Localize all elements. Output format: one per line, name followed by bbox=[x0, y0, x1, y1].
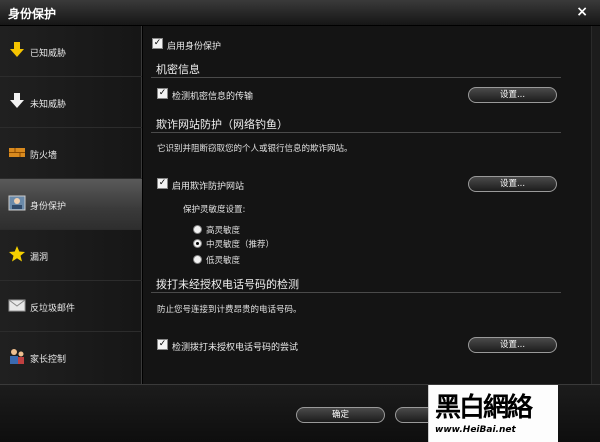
detect-dialer-checkbox[interactable]: ✓ bbox=[157, 339, 168, 350]
sensitivity-low-radio[interactable] bbox=[193, 255, 202, 264]
watermark-url: www.HeiBai.net bbox=[435, 425, 516, 435]
dialer-title: 拨打未经授权电话号码的检测 bbox=[156, 278, 299, 291]
sensitivity-low-label: 低灵敏度 bbox=[206, 256, 241, 266]
arrow-down-white-icon bbox=[10, 93, 24, 108]
settings-panel: ✓ 启用身份保护 机密信息 ✓ 检测机密信息的传输 设置... 欺诈网站防护（网… bbox=[143, 26, 591, 384]
ok-button[interactable]: 确定 bbox=[296, 407, 385, 423]
divider bbox=[151, 132, 561, 133]
sidebar-item-vulnerability[interactable]: 漏洞 bbox=[0, 230, 142, 281]
window-title: 身份保护 bbox=[8, 7, 57, 21]
mail-icon bbox=[8, 299, 26, 312]
divider bbox=[151, 292, 561, 293]
parents-icon bbox=[10, 349, 24, 364]
sensitive-info-title: 机密信息 bbox=[156, 63, 200, 76]
scrollbar[interactable] bbox=[591, 26, 600, 384]
sensitive-settings-button[interactable]: 设置... bbox=[468, 87, 557, 103]
identity-card-icon bbox=[8, 195, 26, 211]
sidebar-item-label: 反垃圾邮件 bbox=[30, 304, 76, 314]
phishing-settings-button[interactable]: 设置... bbox=[468, 176, 557, 192]
sidebar-item-label: 漏洞 bbox=[30, 253, 49, 263]
sensitivity-high-label: 高灵敏度 bbox=[206, 226, 241, 236]
detect-sensitive-label: 检测机密信息的传输 bbox=[172, 92, 254, 102]
sidebar-item-known-threats[interactable]: 已知威胁 bbox=[0, 26, 142, 77]
enable-identity-checkbox[interactable]: ✓ bbox=[152, 38, 163, 49]
sidebar-item-label: 防火墙 bbox=[30, 151, 58, 161]
sidebar-item-identity-protection[interactable]: 身份保护 bbox=[0, 179, 142, 230]
sensitivity-label: 保护灵敏度设置: bbox=[183, 205, 246, 215]
sidebar-item-label: 未知威胁 bbox=[30, 100, 67, 110]
sidebar-item-label: 家长控制 bbox=[30, 355, 67, 365]
sidebar-item-firewall[interactable]: 防火墙 bbox=[0, 128, 142, 179]
enable-phishing-checkbox[interactable]: ✓ bbox=[157, 178, 168, 189]
sidebar-item-parental-control[interactable]: 家长控制 bbox=[0, 332, 142, 383]
phishing-description: 它识别并阻断窃取您的个人或银行信息的欺诈网站。 bbox=[157, 144, 353, 154]
dialer-description: 防止您号连接到计费昂贵的电话号码。 bbox=[157, 305, 302, 315]
sidebar: 已知威胁 未知威胁 防火墙 身份保护 漏洞 反垃圾邮件 家长控制 bbox=[0, 26, 142, 384]
watermark: 黑白網絡 www.HeiBai.net bbox=[428, 385, 558, 442]
sidebar-item-antispam[interactable]: 反垃圾邮件 bbox=[0, 281, 142, 332]
sensitivity-medium-radio[interactable] bbox=[193, 239, 202, 248]
title-bar: 身份保护 × bbox=[0, 0, 600, 26]
sidebar-item-unknown-threats[interactable]: 未知威胁 bbox=[0, 77, 142, 128]
enable-phishing-label: 启用欺诈防护网站 bbox=[172, 182, 245, 192]
firewall-icon bbox=[9, 148, 25, 157]
enable-identity-label: 启用身份保护 bbox=[167, 42, 222, 52]
sidebar-item-label: 身份保护 bbox=[30, 202, 67, 212]
sensitivity-medium-label: 中灵敏度（推荐） bbox=[206, 240, 275, 250]
close-icon[interactable]: × bbox=[576, 4, 588, 20]
detect-sensitive-checkbox[interactable]: ✓ bbox=[157, 88, 168, 99]
sensitivity-high-radio[interactable] bbox=[193, 225, 202, 234]
divider bbox=[151, 77, 561, 78]
phishing-title: 欺诈网站防护（网络钓鱼） bbox=[156, 118, 288, 131]
star-icon bbox=[9, 246, 25, 262]
dialer-settings-button[interactable]: 设置... bbox=[468, 337, 557, 353]
detect-dialer-label: 检测拨打未授权电话号码的尝试 bbox=[172, 343, 299, 353]
sidebar-item-label: 已知威胁 bbox=[30, 49, 67, 59]
arrow-down-yellow-icon bbox=[10, 42, 24, 57]
watermark-logo: 黑白網絡 bbox=[435, 393, 533, 423]
